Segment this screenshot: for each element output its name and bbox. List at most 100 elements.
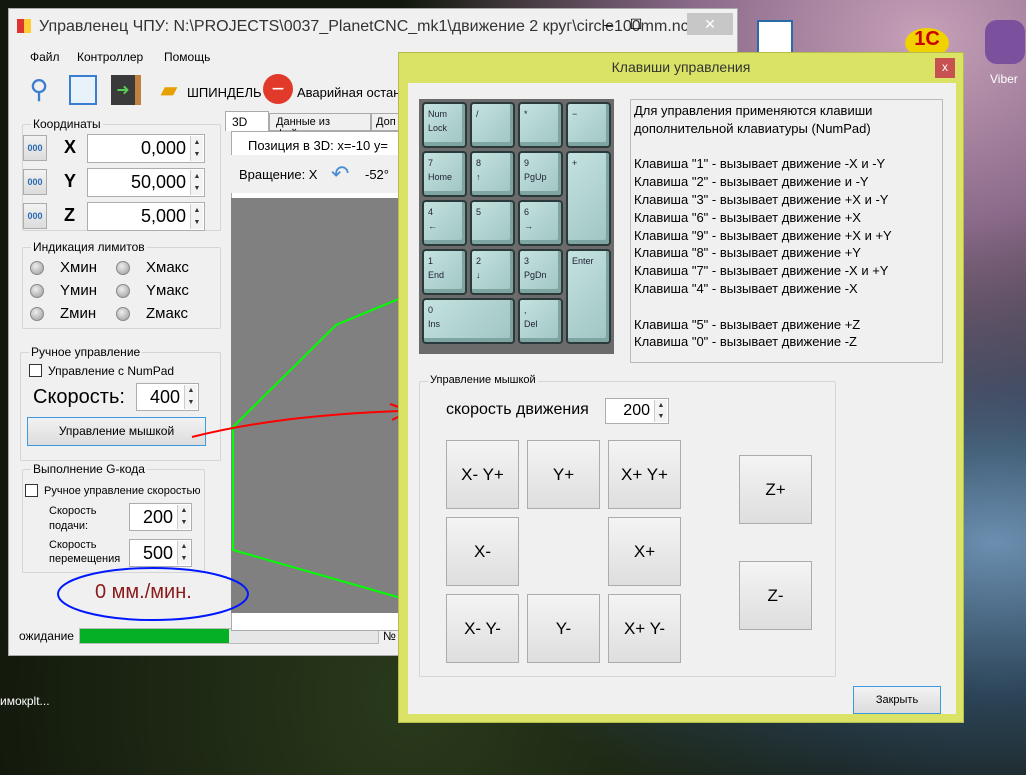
move-speed-input[interactable]: 500 ▲ ▼ <box>129 539 192 567</box>
coord-y-input[interactable]: 50,000 ▲ ▼ <box>87 168 205 197</box>
help-line: Клавиша "1" - вызывает движение -X и -Y <box>634 156 886 172</box>
numpad-key: 5 <box>470 200 515 246</box>
move-xplus-yminus-button[interactable]: X+ Y- <box>608 594 681 663</box>
numpad-key: , Del <box>518 298 563 344</box>
mouse-speed-label: скорость движения <box>446 401 589 418</box>
limit-indicator <box>30 284 44 298</box>
numpad-key: Num Lock <box>422 102 467 148</box>
move-zminus-button[interactable]: Z- <box>739 561 812 630</box>
viber-label: Viber <box>990 72 1018 86</box>
coord-value: 0,000 <box>140 138 186 158</box>
app-icon <box>17 19 31 33</box>
menu-controller[interactable]: Контроллер <box>77 50 143 64</box>
feed-speed-spinner[interactable]: ▲ ▼ <box>177 505 190 529</box>
menu-help[interactable]: Помощь <box>164 50 210 64</box>
numpad-key: 8 ↑ <box>470 151 515 197</box>
help-line: Для управления применяются клавиши <box>634 103 873 118</box>
manual-speed-checkbox[interactable] <box>25 484 38 497</box>
emergency-stop-icon[interactable]: − <box>263 74 293 104</box>
manual-speed-input[interactable]: 400 ▲ ▼ <box>136 383 199 411</box>
limits-label: Индикация лимитов <box>31 240 147 254</box>
mouse-control-group-label: Управление мышкой <box>428 374 538 386</box>
numpad-key: 4 ← <box>422 200 467 246</box>
desktop-icon-label: имокрlt... <box>0 694 50 708</box>
help-line: Клавиша "6" - вызывает движение +X <box>634 209 861 225</box>
numpad-image: Num Lock / * − 7 Home 8 ↑ 9 PgUp +4 ← 5 6 → 1 End 2… <box>419 99 614 354</box>
feed-speed-input[interactable]: 200 ▲ ▼ <box>129 503 192 531</box>
tab-3d[interactable]: 3D <box>225 111 269 131</box>
spindle-button[interactable]: ШПИНДЕЛЬ <box>187 85 262 100</box>
limit-indicator <box>116 261 130 275</box>
limit-label: Yмин <box>60 282 97 299</box>
zero-x-button[interactable]: 000 <box>23 135 47 161</box>
help-text-box: Для управления применяются клавиши дополн… <box>630 99 943 363</box>
coord-spinner[interactable]: ▲ ▼ <box>190 136 203 161</box>
maximize-button[interactable]: ☐ <box>623 13 649 35</box>
dialog-close-button[interactable]: Закрыть <box>853 686 941 714</box>
numpad-key: * <box>518 102 563 148</box>
move-xplus-yplus-button[interactable]: X+ Y+ <box>608 440 681 509</box>
viber-icon[interactable] <box>985 20 1025 64</box>
mouse-speed-spinner[interactable]: ▲ ▼ <box>654 400 667 422</box>
speed-label: Скорость: <box>33 386 125 408</box>
exit-icon[interactable]: ➜ <box>111 75 141 105</box>
coordinates-label: Координаты <box>31 117 103 131</box>
help-line: дополнительной клавиатуры (NumPad) <box>634 120 871 136</box>
tab-extra[interactable]: Доп <box>371 113 401 131</box>
coord-spinner[interactable]: ▲ ▼ <box>190 204 203 229</box>
move-zplus-button[interactable]: Z+ <box>739 455 812 524</box>
open-file-icon[interactable] <box>69 75 97 105</box>
move-xminus-yplus-button[interactable]: X- Y+ <box>446 440 519 509</box>
zero-y-button[interactable]: 000 <box>23 169 47 195</box>
rotate-arrow-icon[interactable]: ↶ <box>331 161 349 187</box>
limit-label: Xмакс <box>146 259 189 276</box>
numpad-checkbox[interactable] <box>29 364 42 377</box>
minimize-button[interactable]: – <box>595 13 621 35</box>
coord-z-input[interactable]: 5,000 ▲ ▼ <box>87 202 205 231</box>
tab-file-data[interactable]: Данные из файла <box>269 113 371 140</box>
move-yminus-button[interactable]: Y- <box>527 594 600 663</box>
limit-label: Xмин <box>60 259 97 276</box>
gcode-label: Выполнение G-кода <box>31 462 147 476</box>
help-line: Клавиша "0" - вызывает движение -Z <box>634 334 857 350</box>
dialog-title: Клавиши управления <box>611 59 751 75</box>
limit-label: Yмакс <box>146 282 189 299</box>
manual-speed-value: 400 <box>149 387 180 407</box>
connect-icon[interactable]: ⚲ <box>23 73 55 105</box>
move-yplus-button[interactable]: Y+ <box>527 440 600 509</box>
menu-file[interactable]: Файл <box>30 50 60 64</box>
limit-indicator <box>116 284 130 298</box>
numpad-key: 0 Ins <box>422 298 515 344</box>
move-xminus-yminus-button[interactable]: X- Y- <box>446 594 519 663</box>
coord-spinner[interactable]: ▲ ▼ <box>190 170 203 195</box>
numpad-key: 2 ↓ <box>470 249 515 295</box>
move-speed-spinner[interactable]: ▲ ▼ <box>177 541 190 565</box>
spindle-drill-icon[interactable]: ▰ <box>153 75 185 105</box>
zero-z-button[interactable]: 000 <box>23 203 47 229</box>
3d-view[interactable] <box>231 198 401 613</box>
control-keys-dialog: Клавиши управления x Num Lock / * − 7 Home 8 … <box>398 52 964 723</box>
move-xplus-button[interactable]: X+ <box>608 517 681 586</box>
position-readout: Позиция в 3D: x=-10 y= <box>248 138 388 153</box>
dialog-close-x[interactable]: x <box>935 58 955 78</box>
limit-indicator <box>30 307 44 321</box>
mouse-speed-input[interactable]: 200 ▲ ▼ <box>605 398 669 424</box>
title-bar: Управленец ЧПУ: N:\PROJECTS\0037_PlanetC… <box>9 9 737 45</box>
manual-speed-checkbox-label: Ручное управление скоростью <box>44 485 201 497</box>
help-line <box>634 138 939 156</box>
emergency-stop-button[interactable]: Аварийная остано <box>297 85 408 100</box>
numpad-key: Enter <box>566 249 611 344</box>
limit-indicator <box>116 307 130 321</box>
close-button[interactable]: ✕ <box>687 13 733 35</box>
coord-x-input[interactable]: 0,000 ▲ ▼ <box>87 134 205 163</box>
mouse-control-button[interactable]: Управление мышкой <box>27 417 206 446</box>
help-line: Клавиша "5" - вызывает движение +Z <box>634 316 861 332</box>
numpad-key: 3 PgDn <box>518 249 563 295</box>
current-speed: 0 мм./мин. <box>95 581 192 603</box>
move-xminus-button[interactable]: X- <box>446 517 519 586</box>
manual-speed-spinner[interactable]: ▲ ▼ <box>184 385 197 409</box>
rotation-label: Вращение: X <box>239 167 318 182</box>
move-label-2: перемещения <box>49 553 121 565</box>
numpad-key: 1 End <box>422 249 467 295</box>
mouse-speed-value: 200 <box>623 402 650 419</box>
